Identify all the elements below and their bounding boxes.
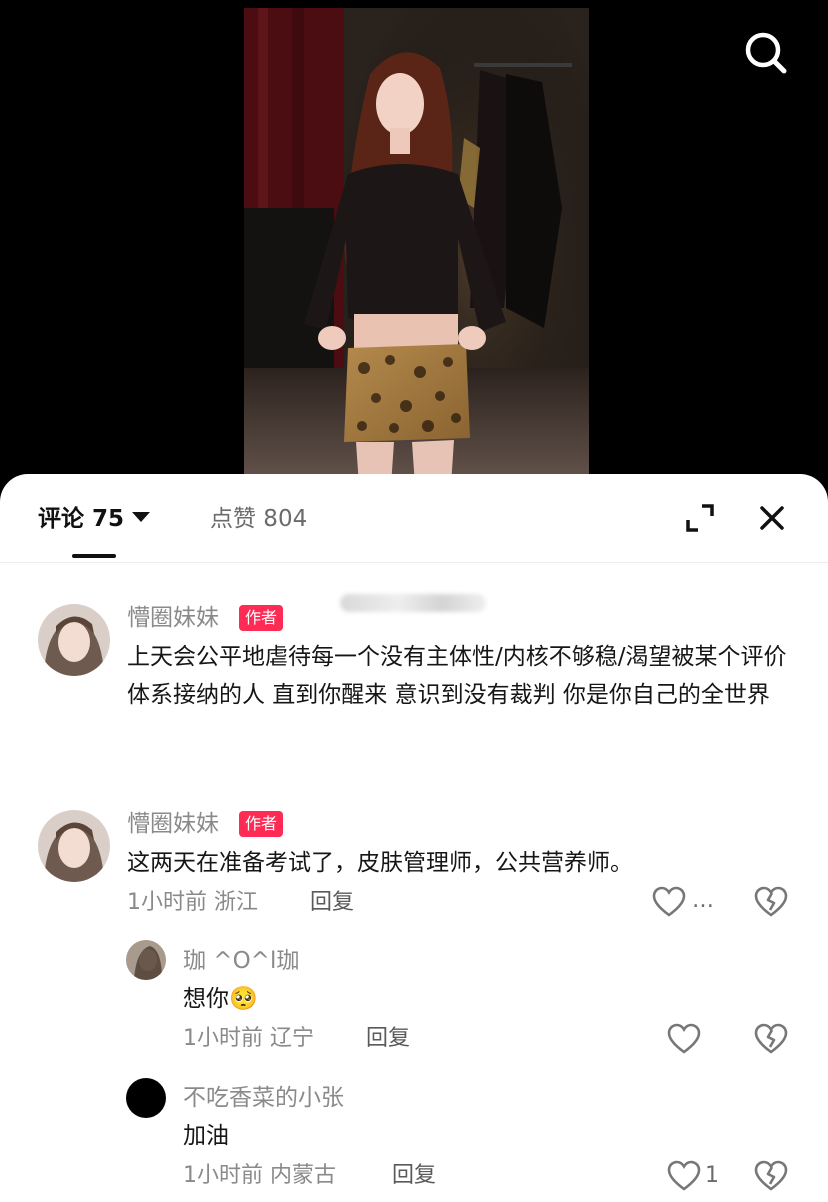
author-badge: 作者 bbox=[239, 811, 284, 837]
avatar-image bbox=[126, 940, 166, 980]
author-badge: 作者 bbox=[239, 605, 284, 631]
heart-outline-icon bbox=[652, 886, 686, 917]
pleading-face-emoji: 🥺 bbox=[229, 986, 258, 1012]
more-dots-icon[interactable]: … bbox=[692, 886, 716, 916]
reply-text-content: 想你 bbox=[183, 986, 229, 1012]
comment-text: 上天会公平地虐待每一个没有主体性/内核不够稳/渴望被某个评价体系接纳的人 直到你… bbox=[127, 644, 787, 708]
avatar[interactable] bbox=[126, 940, 166, 980]
broken-heart-icon bbox=[754, 1160, 788, 1191]
avatar-image bbox=[38, 810, 110, 882]
comment-text: 这两天在准备考试了，皮肤管理师，公共营养师。 bbox=[127, 850, 633, 876]
active-tab-indicator bbox=[72, 554, 116, 558]
tab-comments[interactable]: 评论 75 bbox=[38, 504, 151, 534]
comment-meta: 1小时前 浙江 bbox=[127, 890, 258, 915]
video-player[interactable] bbox=[0, 0, 828, 500]
like-count: 1 bbox=[705, 1163, 719, 1188]
comment-tabs: 评论 75 点赞 804 bbox=[0, 474, 828, 563]
dislike-button[interactable] bbox=[754, 886, 788, 922]
comment-sheet: 评论 75 点赞 804 bbox=[0, 474, 828, 1202]
heart-outline-icon bbox=[667, 1160, 701, 1191]
reply-button[interactable]: 回复 bbox=[310, 888, 354, 918]
reply-button[interactable]: 回复 bbox=[392, 1161, 436, 1191]
close-icon bbox=[760, 506, 784, 530]
expand-button[interactable] bbox=[680, 498, 720, 538]
dislike-button[interactable] bbox=[754, 1023, 788, 1059]
reply-meta: 1小时前 内蒙古 bbox=[183, 1163, 336, 1188]
reply-meta: 1小时前 辽宁 bbox=[183, 1026, 314, 1051]
comment-author[interactable]: 懵圈妹妹 bbox=[127, 809, 219, 839]
reply-text: 想你🥺 bbox=[183, 980, 483, 1018]
avatar-image bbox=[38, 604, 110, 676]
blurred-text bbox=[340, 594, 486, 612]
caret-down-icon bbox=[132, 512, 151, 522]
reply-author[interactable]: 珈 ^O^l珈 bbox=[183, 946, 299, 976]
search-button[interactable] bbox=[738, 26, 794, 82]
broken-heart-icon bbox=[754, 1023, 788, 1054]
reply-button[interactable]: 回复 bbox=[366, 1024, 410, 1054]
like-button[interactable] bbox=[652, 886, 686, 922]
reply-author[interactable]: 不吃香菜的小张 bbox=[183, 1083, 344, 1113]
avatar[interactable] bbox=[38, 604, 110, 676]
close-button[interactable] bbox=[752, 498, 792, 538]
reply-text: 加油 bbox=[183, 1123, 229, 1149]
tab-comments-label: 评论 75 bbox=[38, 506, 125, 532]
expand-icon bbox=[686, 504, 714, 532]
like-button[interactable] bbox=[667, 1023, 701, 1059]
search-icon bbox=[745, 32, 787, 74]
avatar[interactable] bbox=[126, 1078, 166, 1118]
video-photo bbox=[244, 8, 589, 500]
tab-likes[interactable]: 点赞 804 bbox=[210, 504, 307, 534]
video-thumbnail[interactable] bbox=[244, 8, 589, 500]
comment-author[interactable]: 懵圈妹妹 bbox=[127, 603, 219, 633]
like-button[interactable] bbox=[667, 1160, 701, 1196]
broken-heart-icon bbox=[754, 886, 788, 917]
avatar[interactable] bbox=[38, 810, 110, 882]
heart-outline-icon bbox=[667, 1023, 701, 1054]
dislike-button[interactable] bbox=[754, 1160, 788, 1196]
